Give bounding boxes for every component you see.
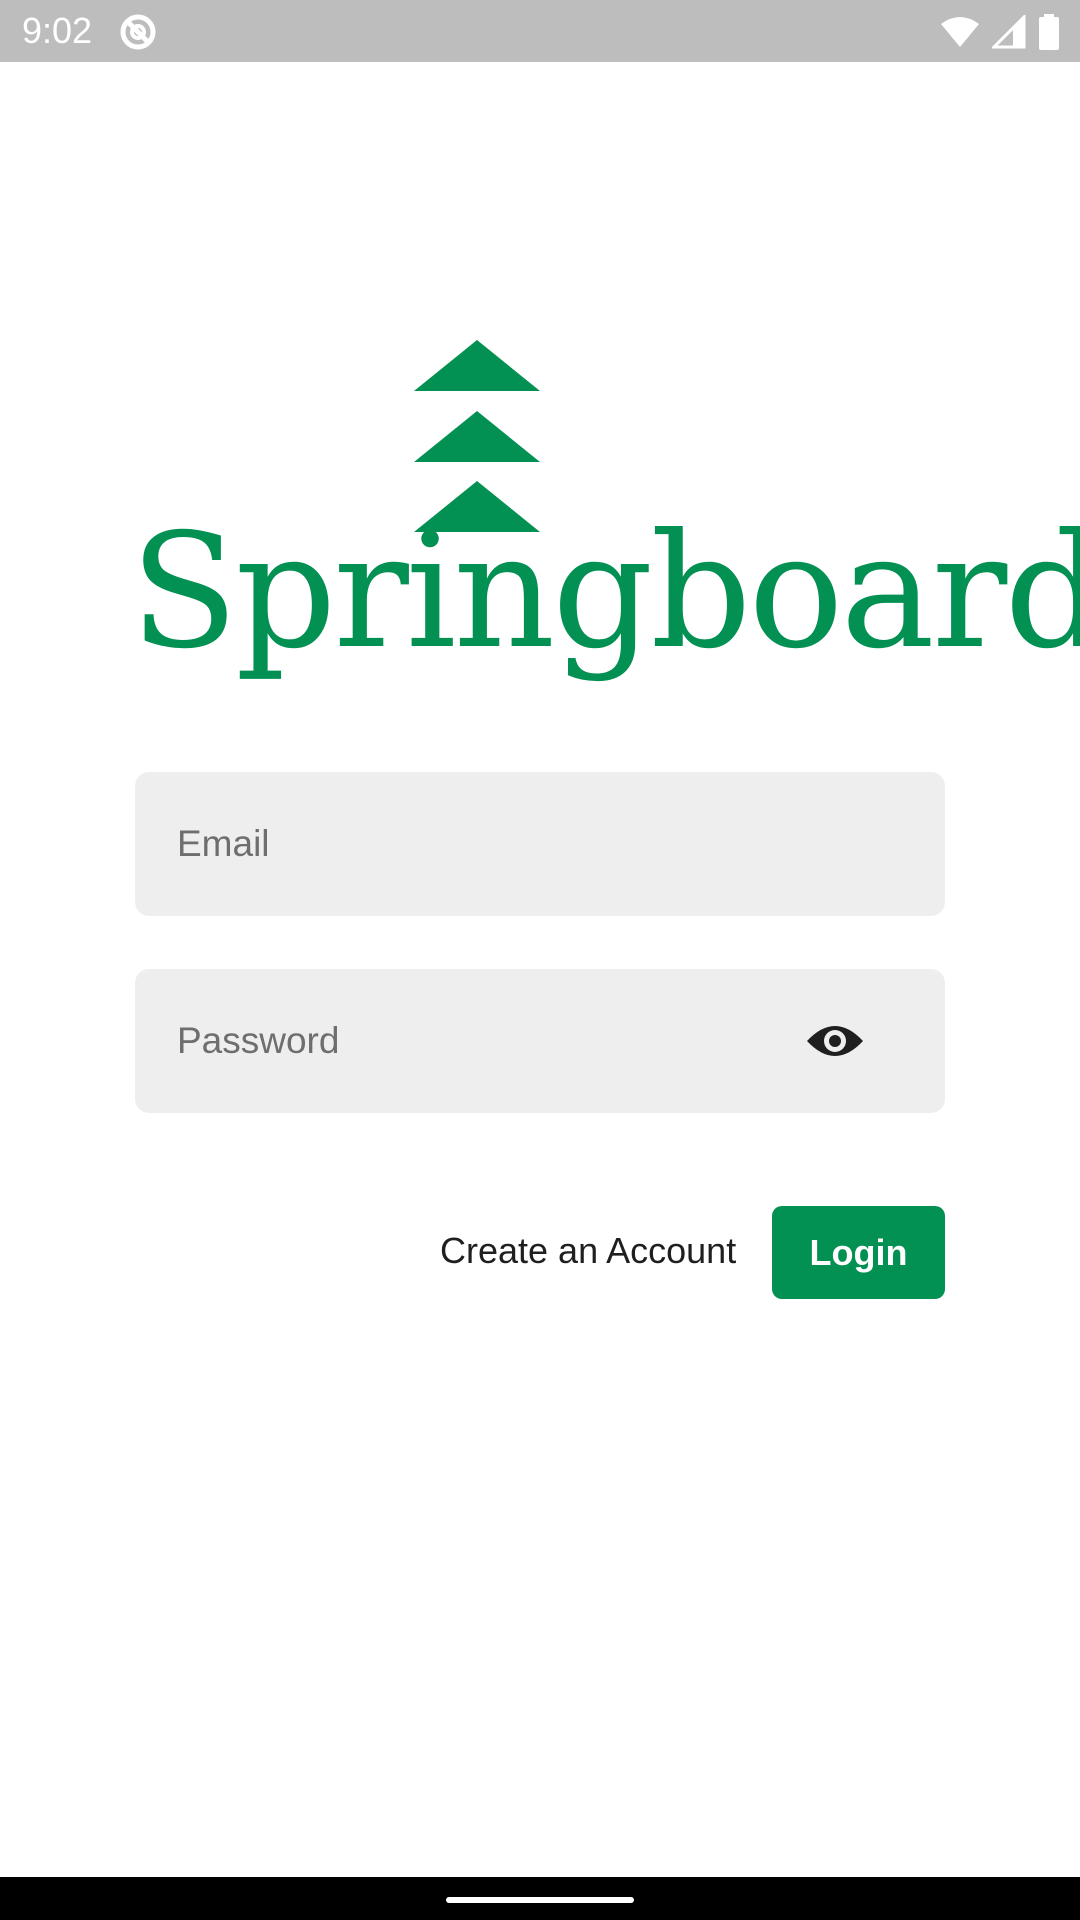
login-screen: 9:02 Springboard Email Create an Account… [0, 0, 1080, 1920]
springboard-logo: Springboard [130, 335, 1080, 685]
email-input[interactable] [175, 822, 819, 866]
password-input[interactable] [175, 1019, 819, 1063]
no-sync-icon [120, 14, 156, 50]
status-bar: 9:02 [0, 0, 1080, 62]
email-field[interactable] [135, 772, 945, 916]
battery-icon [1039, 14, 1059, 50]
navigation-bar [0, 1877, 1080, 1920]
logo-wordmark: Springboard [130, 500, 1080, 684]
status-icons [940, 12, 1060, 52]
wifi-icon [941, 17, 979, 47]
login-button[interactable]: Login [772, 1206, 945, 1299]
cell-signal-icon [992, 15, 1026, 49]
eye-icon[interactable] [805, 1019, 865, 1063]
status-time: 9:02 [22, 10, 93, 51]
home-handle[interactable] [446, 1897, 634, 1903]
create-account-link[interactable]: Create an Account [440, 1204, 736, 1298]
password-field[interactable] [135, 969, 945, 1113]
